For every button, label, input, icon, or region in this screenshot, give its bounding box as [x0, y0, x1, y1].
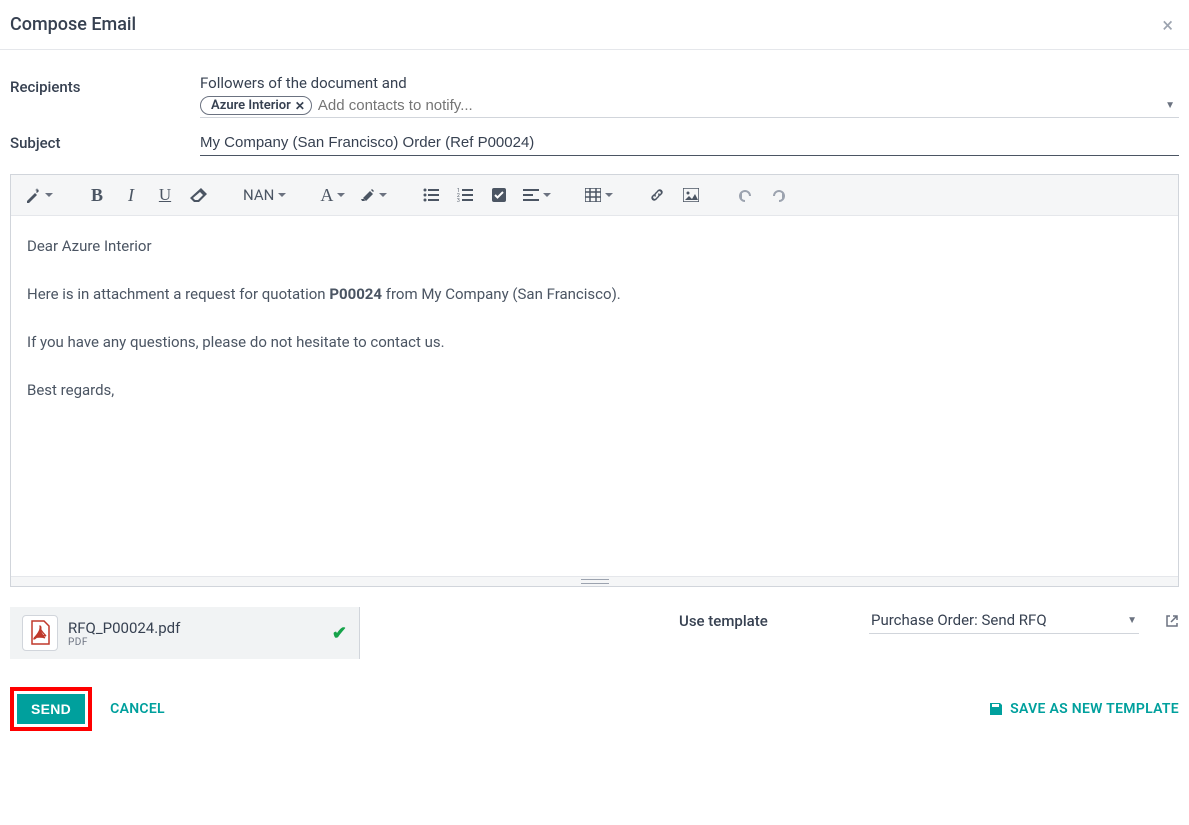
- modal-title: Compose Email: [10, 14, 136, 35]
- editor-toolbar: B I U NAN A 123: [11, 175, 1178, 216]
- close-icon[interactable]: ×: [1162, 15, 1173, 35]
- editor: B I U NAN A 123: [10, 174, 1179, 587]
- ordered-list-button[interactable]: 123: [449, 181, 481, 209]
- checklist-button[interactable]: [483, 181, 515, 209]
- resize-handle[interactable]: [11, 576, 1178, 586]
- highlight-dropdown[interactable]: [353, 181, 393, 209]
- followers-text: Followers of the document and: [200, 74, 1179, 92]
- italic-button[interactable]: I: [115, 181, 147, 209]
- subject-input[interactable]: [200, 130, 1179, 156]
- body-greeting: Dear Azure Interior: [27, 234, 1162, 258]
- cancel-button[interactable]: CANCEL: [110, 701, 165, 717]
- recipients-dropdown-icon[interactable]: ▼: [1165, 100, 1175, 111]
- eraser-button[interactable]: [183, 181, 215, 209]
- template-select[interactable]: Purchase Order: Send RFQ ▼: [869, 607, 1139, 634]
- attachment-check-icon: ✔: [332, 623, 347, 644]
- template-label: Use template: [679, 612, 849, 630]
- recipients-text-input[interactable]: [316, 96, 1179, 115]
- recipient-tag-label: Azure Interior: [211, 98, 291, 113]
- remove-tag-icon[interactable]: ✕: [295, 99, 305, 113]
- body-line1: Here is in attachment a request for quot…: [27, 282, 1162, 306]
- attachment-item[interactable]: RFQ_P00024.pdf PDF ✔: [10, 607, 360, 659]
- font-size-dropdown[interactable]: NAN: [237, 181, 292, 209]
- align-dropdown[interactable]: [517, 181, 557, 209]
- table-dropdown[interactable]: [579, 181, 619, 209]
- send-button[interactable]: SEND: [17, 694, 85, 724]
- save-icon: [988, 701, 1004, 717]
- font-color-dropdown[interactable]: A: [314, 181, 351, 209]
- attachment-ext: PDF: [68, 637, 332, 648]
- body-closing: Best regards,: [27, 378, 1162, 402]
- link-button[interactable]: [641, 181, 673, 209]
- template-value: Purchase Order: Send RFQ: [871, 611, 1047, 629]
- editor-body[interactable]: Dear Azure Interior Here is in attachmen…: [11, 216, 1178, 576]
- undo-button[interactable]: [729, 181, 761, 209]
- image-button[interactable]: [675, 181, 707, 209]
- pdf-icon: [22, 615, 58, 651]
- send-highlight: SEND: [10, 687, 92, 731]
- body-line2: If you have any questions, please do not…: [27, 330, 1162, 354]
- modal-header: Compose Email ×: [0, 0, 1189, 50]
- external-link-icon[interactable]: [1165, 614, 1179, 628]
- magic-wand-button[interactable]: [19, 181, 59, 209]
- unordered-list-button[interactable]: [415, 181, 447, 209]
- svg-text:3: 3: [457, 198, 460, 202]
- underline-button[interactable]: U: [149, 181, 181, 209]
- recipients-input[interactable]: Azure Interior ✕ ▼: [200, 96, 1179, 118]
- recipients-label: Recipients: [10, 74, 200, 118]
- recipient-tag[interactable]: Azure Interior ✕: [200, 96, 312, 115]
- chevron-down-icon: ▼: [1127, 615, 1137, 626]
- save-template-button[interactable]: SAVE AS NEW TEMPLATE: [988, 701, 1179, 717]
- redo-button[interactable]: [763, 181, 795, 209]
- attachment-filename: RFQ_P00024.pdf: [68, 619, 332, 637]
- bold-button[interactable]: B: [81, 181, 113, 209]
- subject-label: Subject: [10, 130, 200, 156]
